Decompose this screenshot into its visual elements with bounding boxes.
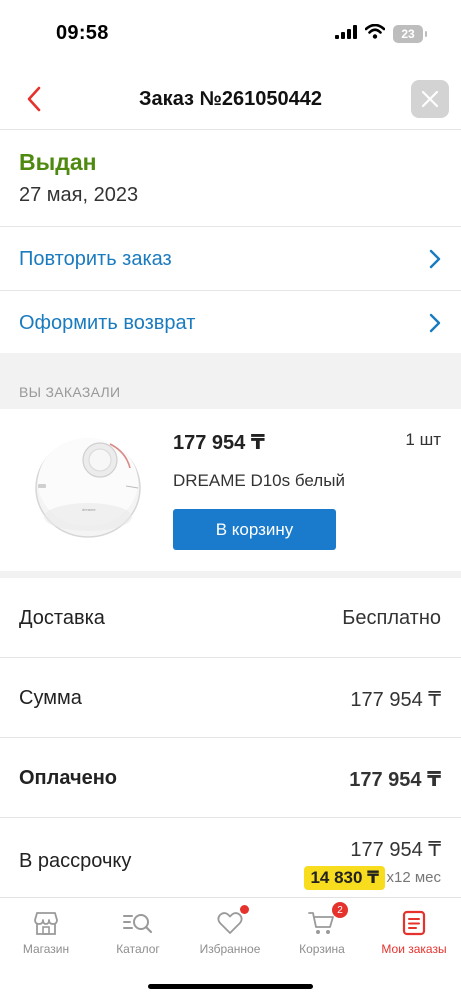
delivery-value: Бесплатно (342, 607, 441, 629)
installment-monthly-badge: 14 830 ₸ (304, 866, 385, 890)
sum-value: 177 954 ₸ (350, 689, 441, 711)
delivery-row: Доставка Бесплатно (0, 578, 461, 658)
store-icon (30, 908, 62, 938)
repeat-order-row[interactable]: Повторить заказ (0, 227, 461, 291)
paid-row: Оплачено 177 954 ₸ (0, 738, 461, 818)
tab-cart[interactable]: 2 Корзина (276, 902, 368, 956)
ordered-section-header: ВЫ ЗАКАЗАЛИ (0, 353, 461, 409)
delivery-label: Доставка (19, 607, 105, 629)
heart-icon (214, 905, 249, 938)
paid-value: 177 954 ₸ (349, 769, 441, 791)
tab-catalog-label: Каталог (116, 942, 160, 956)
installment-row: В рассрочку 177 954 ₸ (0, 818, 461, 898)
signal-icon (335, 24, 357, 44)
home-indicator (148, 984, 313, 989)
chevron-right-icon (429, 313, 441, 333)
favorites-dot-badge (240, 905, 249, 914)
tab-bar: Магазин Каталог Избранное 2 Корзина Мои … (0, 897, 461, 999)
return-order-label: Оформить возврат (19, 311, 196, 334)
order-date: 27 мая, 2023 (19, 184, 139, 206)
ordered-section-label: ВЫ ЗАКАЗАЛИ (19, 384, 121, 400)
tab-catalog[interactable]: Каталог (92, 908, 184, 956)
add-to-cart-button[interactable]: В корзину (173, 509, 336, 550)
status-icons: 23 (335, 23, 427, 44)
wifi-icon (364, 23, 386, 44)
product-brand-mark: dreame (82, 507, 96, 512)
order-status: Выдан (19, 149, 97, 175)
product-name[interactable]: DREAME D10s белый (173, 471, 345, 491)
close-icon (421, 90, 439, 108)
installment-label: В рассрочку (19, 850, 132, 872)
tab-store-label: Магазин (22, 942, 70, 956)
chevron-right-icon (429, 249, 441, 269)
battery-level: 23 (401, 27, 415, 41)
sum-label: Сумма (19, 687, 82, 709)
cart-icon: 2 (306, 902, 348, 938)
cart-count-badge: 2 (332, 902, 348, 918)
tab-favorites-label: Избранное (199, 942, 261, 956)
battery-icon: 23 (393, 25, 427, 43)
tab-my-orders[interactable]: Мои заказы (368, 908, 460, 956)
repeat-order-label: Повторить заказ (19, 247, 172, 270)
paid-label: Оплачено (19, 767, 117, 789)
page-title: Заказ №261050442 (139, 88, 322, 110)
catalog-search-icon (122, 908, 154, 938)
installment-months: x12 мес (386, 869, 441, 886)
sum-row: Сумма 177 954 ₸ (0, 658, 461, 738)
tab-store[interactable]: Магазин (0, 908, 92, 956)
product-price: 177 954 ₸ (173, 432, 265, 454)
installment-value: 177 954 ₸ (350, 839, 441, 861)
tab-favorites[interactable]: Избранное (184, 905, 276, 956)
status-time: 09:58 (56, 22, 109, 44)
tab-my-orders-label: Мои заказы (381, 942, 447, 956)
section-separator (0, 571, 461, 578)
close-button[interactable] (411, 80, 449, 118)
header: Заказ №261050442 (0, 70, 461, 130)
order-details-screen: 09:58 23 Заказ №261050442 Выдан 27 мая, … (0, 0, 461, 999)
tab-cart-label: Корзина (299, 942, 345, 956)
status-bar: 09:58 23 (0, 0, 461, 70)
return-order-row[interactable]: Оформить возврат (0, 291, 461, 355)
orders-icon (398, 908, 430, 938)
product-image[interactable]: dreame (30, 422, 148, 544)
product-quantity: 1 шт (405, 430, 441, 449)
